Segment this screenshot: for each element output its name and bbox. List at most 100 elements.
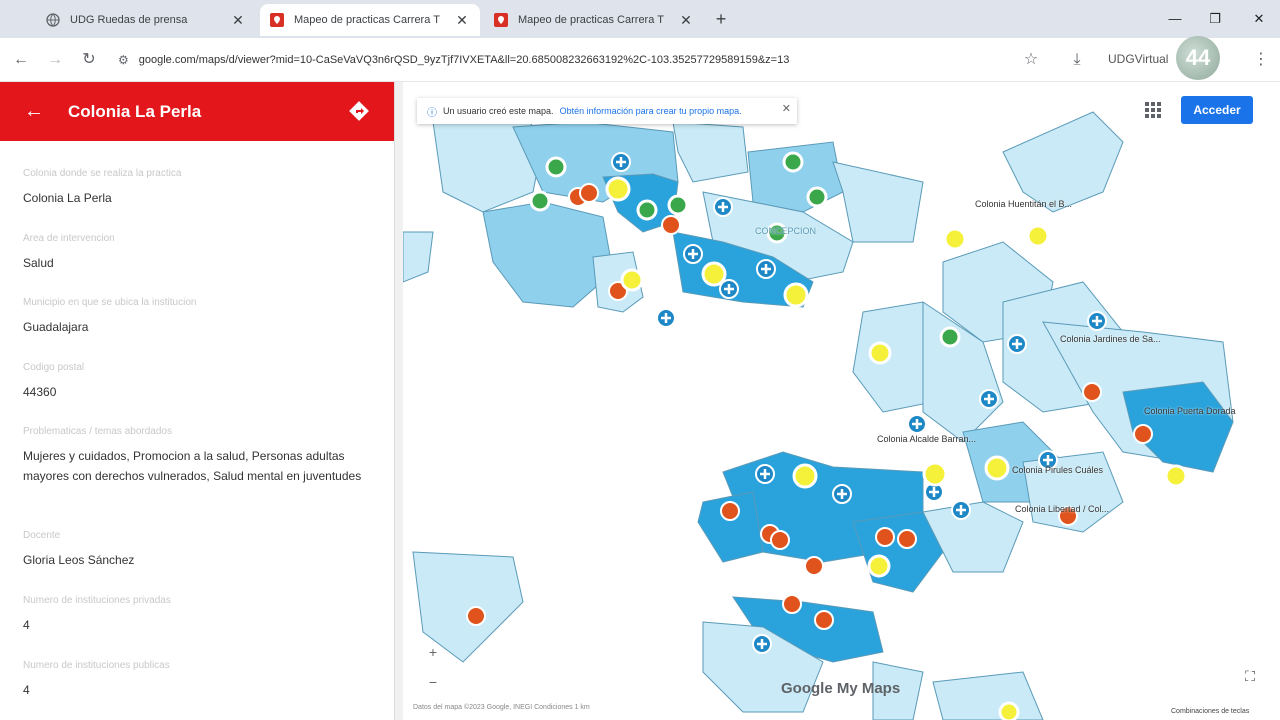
- green-marker: [636, 199, 658, 221]
- green-marker: [782, 151, 804, 173]
- new-tab-button[interactable]: +: [710, 8, 732, 30]
- back-icon[interactable]: ←: [10, 49, 32, 71]
- yellow-marker: [605, 176, 631, 202]
- minimize-icon[interactable]: —: [1160, 8, 1190, 30]
- restore-icon[interactable]: ❐: [1200, 8, 1230, 30]
- menu-kebab-icon[interactable]: ⋮: [1250, 49, 1272, 71]
- field-label: Colonia donde se realiza la practica: [23, 168, 182, 179]
- field-value: Colonia La Perla: [23, 191, 112, 205]
- yellow-marker: [867, 554, 891, 578]
- green-marker: [806, 186, 828, 208]
- browser-tab-1[interactable]: UDG Ruedas de prensa ✕: [36, 4, 256, 36]
- green-marker: [667, 194, 689, 216]
- zoom-in-button[interactable]: +: [423, 644, 443, 664]
- banner-link[interactable]: Obtén información para crear tu propio m…: [560, 106, 770, 116]
- url-text: google.com/maps/d/viewer?mid=10-CaSeVaVQ…: [138, 54, 790, 66]
- profile-label: UDGVirtual: [1108, 52, 1169, 66]
- field-label: Problematicas / temas abordados: [23, 426, 172, 437]
- orange-marker: [579, 183, 599, 203]
- close-tab-icon[interactable]: ✕: [230, 12, 246, 29]
- apps-grid-icon[interactable]: [1143, 100, 1163, 120]
- field-value: Salud: [23, 256, 54, 270]
- fullscreen-icon[interactable]: ⛶: [1241, 668, 1259, 686]
- region-polygon: [403, 231, 434, 283]
- globe-icon: [46, 13, 60, 27]
- orange-marker: [1133, 424, 1153, 444]
- close-tab-icon[interactable]: ✕: [678, 12, 694, 29]
- field-colonia: Colonia donde se realiza la practica Col…: [23, 168, 373, 208]
- info-icon: ⓘ: [427, 107, 437, 119]
- sign-in-button[interactable]: Acceder: [1181, 96, 1253, 124]
- close-banner-icon[interactable]: ✕: [782, 102, 791, 115]
- yellow-marker: [984, 455, 1010, 481]
- address-toolbar: ← → ↻ ⚙ google.com/maps/d/viewer?mid=10-…: [0, 38, 1280, 82]
- field-label: Area de intervencion: [23, 233, 115, 244]
- region-polygon: [672, 121, 749, 183]
- region-polygon: [482, 201, 614, 308]
- orange-marker: [804, 556, 824, 576]
- field-area: Area de intervencion Salud: [23, 233, 373, 273]
- field-label: Municipio en que se ubica la institucion: [23, 297, 197, 308]
- map-region-label: CONCEPCION: [755, 226, 817, 236]
- forward-icon[interactable]: →: [44, 49, 66, 71]
- yellow-marker: [998, 701, 1020, 720]
- yellow-marker: [922, 461, 948, 487]
- region-polygon: [1002, 111, 1124, 213]
- orange-marker: [897, 529, 917, 549]
- field-value: Guadalajara: [23, 320, 89, 334]
- browser-tab-3[interactable]: Mapeo de practicas Carrera T ✕: [484, 4, 704, 36]
- my-maps-icon: [494, 13, 508, 27]
- keyboard-shortcuts-link[interactable]: Combinaciones de teclas: [1171, 708, 1249, 715]
- map-region-label: Colonia Libertad / Col...: [1015, 504, 1110, 514]
- bookmark-star-icon[interactable]: ☆: [1020, 49, 1042, 71]
- field-label: Numero de instituciones publicas: [23, 660, 170, 671]
- orange-marker: [720, 501, 740, 521]
- panel-title: Colonia La Perla: [68, 101, 202, 121]
- map-attribution: Datos del mapa ©2023 Google, INEGI Condi…: [413, 704, 590, 711]
- back-arrow-icon[interactable]: ←: [24, 100, 44, 123]
- field-problematicas: Problematicas / temas abordados Mujeres …: [23, 426, 373, 486]
- field-label: Codigo postal: [23, 362, 85, 373]
- reload-icon[interactable]: ↻: [78, 49, 100, 71]
- feature-details-panel: ← Colonia La Perla Colonia donde se real…: [0, 82, 394, 720]
- orange-marker: [814, 610, 834, 630]
- map-region-label: Colonia Pirules Cuáles: [1012, 465, 1104, 475]
- browser-tab-strip: UDG Ruedas de prensa ✕ Mapeo de practica…: [0, 0, 1280, 38]
- field-instituciones-publicas: Numero de instituciones publicas 4: [23, 660, 373, 700]
- yellow-marker: [943, 227, 967, 251]
- orange-marker: [770, 530, 790, 550]
- field-value: Gloria Leos Sánchez: [23, 553, 135, 567]
- field-label: Numero de instituciones privadas: [23, 595, 171, 606]
- browser-tab-2[interactable]: Mapeo de practicas Carrera T ✕: [260, 4, 480, 36]
- map-info-banner: ⓘ Un usuario creó este mapa. Obtén infor…: [417, 98, 797, 124]
- green-marker: [545, 156, 567, 178]
- field-instituciones-privadas: Numero de instituciones privadas 4: [23, 595, 373, 635]
- close-tab-icon[interactable]: ✕: [454, 12, 470, 29]
- map-region-label: Colonia Huentitán el B...: [975, 199, 1073, 209]
- tab-title: UDG Ruedas de prensa: [70, 14, 188, 26]
- panel-header: ← Colonia La Perla: [0, 82, 394, 141]
- directions-icon[interactable]: [348, 100, 370, 122]
- field-value: 4: [23, 618, 30, 632]
- zoom-out-button[interactable]: −: [423, 674, 443, 694]
- address-bar[interactable]: ⚙ google.com/maps/d/viewer?mid=10-CaSeVa…: [110, 45, 1010, 75]
- map-regions: [403, 111, 1234, 720]
- field-value: 4: [23, 683, 30, 697]
- orange-marker: [661, 215, 681, 235]
- site-settings-icon[interactable]: ⚙: [118, 53, 129, 67]
- download-icon[interactable]: ⤓: [1066, 49, 1088, 71]
- yellow-marker: [792, 463, 818, 489]
- field-value: Mujeres y cuidados, Promocion a la salud…: [23, 449, 362, 483]
- my-maps-icon: [270, 13, 284, 27]
- yellow-marker: [1026, 224, 1050, 248]
- region-polygon: [922, 501, 1024, 573]
- map-canvas[interactable]: Colonia Huentitán el B... Colonia Jardin…: [403, 82, 1280, 720]
- close-window-icon[interactable]: ✕: [1244, 8, 1274, 30]
- channel-watermark-logo: 44: [1176, 36, 1220, 80]
- orange-marker: [782, 594, 802, 614]
- map-region-label: Colonia Puerta Dorada: [1144, 406, 1236, 416]
- panel-resize-handle[interactable]: [394, 82, 403, 720]
- region-polygon: [932, 671, 1044, 720]
- banner-text: Un usuario creó este mapa.: [443, 106, 554, 116]
- tab-title: Mapeo de practicas Carrera T: [518, 14, 664, 26]
